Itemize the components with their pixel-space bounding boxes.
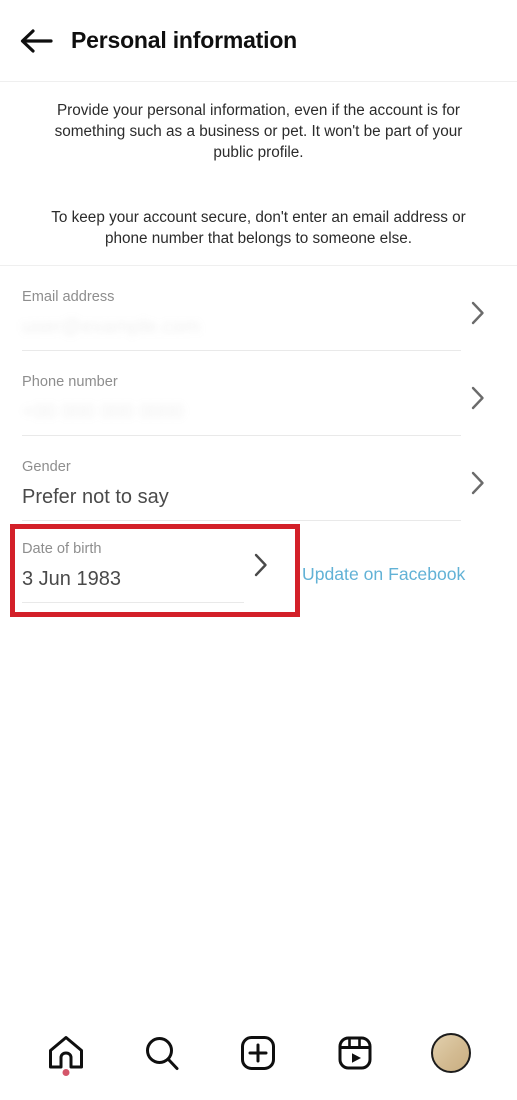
field-value-gender: Prefer not to say [22, 486, 169, 508]
chevron-right-icon [461, 300, 495, 326]
field-content: Date of birth 3 Jun 1983 [22, 521, 244, 603]
content-spacer [0, 603, 517, 1012]
search-icon [142, 1033, 182, 1073]
intro-paragraph-1: Provide your personal information, even … [54, 102, 463, 161]
nav-item-reels[interactable] [324, 1022, 386, 1084]
notification-badge-dot [62, 1069, 70, 1076]
field-list: Email address user@example.com Phone num… [0, 266, 517, 521]
plus-square-icon [238, 1033, 278, 1073]
chevron-right-icon [244, 552, 278, 578]
avatar-icon [430, 1033, 471, 1073]
bottom-navigation-bar [0, 1012, 517, 1100]
field-content: Email address user@example.com [22, 266, 461, 351]
field-row-phone[interactable]: Phone number +00 000 000 0000 [22, 351, 495, 436]
field-row-email[interactable]: Email address user@example.com [22, 266, 495, 351]
field-value-email: user@example.com [22, 316, 201, 338]
app-header: Personal information [0, 0, 517, 82]
personal-information-screen: Personal information Provide your person… [0, 0, 517, 1100]
field-label-date-of-birth: Date of birth [22, 541, 102, 557]
field-label-gender: Gender [22, 459, 71, 475]
nav-item-profile[interactable] [420, 1022, 482, 1084]
field-value-date-of-birth: 3 Jun 1983 [22, 568, 121, 590]
intro-paragraph-2: To keep your account secure, don't enter… [51, 209, 466, 247]
nav-item-home[interactable] [35, 1022, 97, 1084]
field-content: Gender Prefer not to say [22, 436, 461, 521]
page-title: Personal information [71, 27, 298, 53]
date-of-birth-block: Date of birth 3 Jun 1983 Update on Faceb… [0, 521, 517, 617]
field-label-phone: Phone number [22, 374, 118, 390]
field-label-email: Email address [22, 289, 115, 305]
update-on-facebook-link[interactable]: Update on Facebook [302, 563, 465, 585]
nav-item-search[interactable] [131, 1022, 193, 1084]
nav-item-create[interactable] [227, 1022, 289, 1084]
chevron-right-icon [461, 385, 495, 411]
home-icon [46, 1033, 86, 1073]
reels-icon [335, 1033, 375, 1073]
field-content: Phone number +00 000 000 0000 [22, 351, 461, 436]
field-row-date-of-birth[interactable]: Date of birth 3 Jun 1983 [22, 521, 278, 603]
field-value-phone: +00 000 000 0000 [22, 401, 184, 423]
field-row-gender[interactable]: Gender Prefer not to say [22, 436, 495, 521]
chevron-right-icon [461, 470, 495, 496]
intro-section: Provide your personal information, even … [0, 82, 517, 266]
back-arrow-icon [19, 27, 53, 55]
back-button[interactable] [8, 13, 64, 69]
